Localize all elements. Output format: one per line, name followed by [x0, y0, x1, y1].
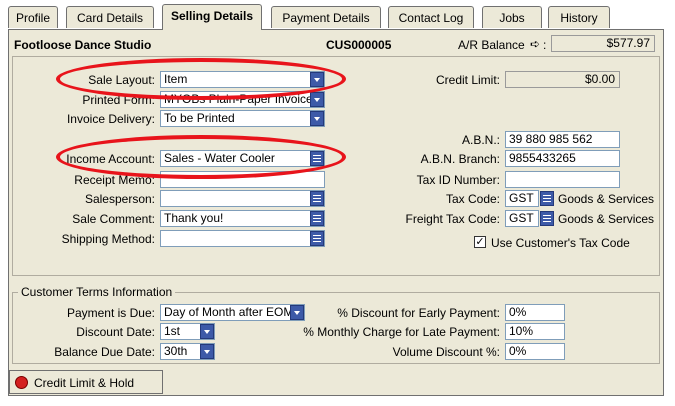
- tab-payment-details[interactable]: Payment Details: [271, 6, 381, 28]
- tab-card-details[interactable]: Card Details: [66, 6, 154, 28]
- zoom-arrow-icon[interactable]: ➪: [530, 37, 540, 51]
- tab-jobs[interactable]: Jobs: [482, 6, 542, 28]
- shipping-method-field[interactable]: [160, 230, 325, 247]
- abn-branch-field[interactable]: 9855433265: [505, 150, 620, 167]
- tab-contact-log[interactable]: Contact Log: [388, 6, 474, 28]
- income-account-field[interactable]: Sales - Water Cooler: [160, 150, 325, 167]
- use-customer-tax-checkbox[interactable]: ✓: [474, 236, 486, 248]
- colon: :: [543, 38, 547, 52]
- tab-selling-details[interactable]: Selling Details: [162, 4, 262, 30]
- tax-code-description: Goods & Services: [558, 192, 654, 206]
- sale-comment-label: Sale Comment:: [72, 212, 155, 226]
- discount-date-label: Discount Date:: [76, 325, 155, 339]
- credit-limit-field[interactable]: $0.00: [505, 71, 620, 88]
- printed-form-label: Printed Form:: [82, 93, 155, 107]
- early-payment-field[interactable]: 0%: [505, 304, 565, 321]
- customer-terms-title: Customer Terms Information: [18, 285, 176, 299]
- sale-layout-label: Sale Layout:: [88, 73, 155, 87]
- income-account-label: Income Account:: [66, 152, 155, 166]
- ar-balance-label: A/R Balance: [458, 38, 525, 52]
- tab-history[interactable]: History: [548, 6, 610, 28]
- receipt-memo-field[interactable]: [160, 171, 325, 188]
- volume-discount-field[interactable]: 0%: [505, 343, 565, 360]
- salesperson-field[interactable]: [160, 190, 325, 207]
- sale-comment-list-button[interactable]: [310, 211, 324, 226]
- credit-hold-icon: [15, 376, 28, 389]
- payment-due-label: Payment is Due:: [66, 306, 155, 320]
- use-customer-tax-label: Use Customer's Tax Code: [491, 236, 630, 250]
- late-payment-label: % Monthly Charge for Late Payment:: [303, 325, 500, 339]
- tax-code-label: Tax Code:: [445, 192, 500, 206]
- receipt-memo-label: Receipt Memo:: [74, 173, 155, 187]
- abn-field[interactable]: 39 880 985 562: [505, 131, 620, 148]
- freight-tax-code-description: Goods & Services: [558, 212, 654, 226]
- sale-comment-field[interactable]: Thank you!: [160, 210, 325, 227]
- tax-code-field[interactable]: GST: [505, 190, 539, 207]
- card-id: CUS000005: [326, 38, 392, 52]
- tax-code-list-button[interactable]: [540, 191, 554, 206]
- payment-due-field[interactable]: Day of Month after EOM: [160, 304, 305, 321]
- credit-limit-hold-button[interactable]: Credit Limit & Hold: [9, 370, 163, 394]
- printed-form-dropdown[interactable]: [310, 92, 324, 107]
- abn-branch-label: A.B.N. Branch:: [420, 152, 500, 166]
- freight-tax-code-list-button[interactable]: [540, 211, 554, 226]
- printed-form-field[interactable]: MYOBs Plain-Paper Invoice: [160, 91, 325, 108]
- ar-balance-field: $577.97: [551, 35, 655, 52]
- income-account-list-button[interactable]: [310, 151, 324, 166]
- tax-id-label: Tax ID Number:: [416, 173, 500, 187]
- tab-profile[interactable]: Profile: [8, 6, 58, 28]
- freight-tax-code-field[interactable]: GST: [505, 210, 539, 227]
- early-payment-label: % Discount for Early Payment:: [337, 306, 500, 320]
- volume-discount-label: Volume Discount %:: [392, 345, 500, 359]
- shipping-method-list-button[interactable]: [310, 231, 324, 246]
- freight-tax-code-label: Freight Tax Code:: [405, 212, 501, 226]
- discount-date-dropdown[interactable]: [200, 324, 214, 339]
- balance-due-date-dropdown[interactable]: [200, 344, 214, 359]
- invoice-delivery-label: Invoice Delivery:: [66, 112, 155, 126]
- tax-id-field[interactable]: [505, 171, 620, 188]
- sale-layout-field[interactable]: Item: [160, 71, 325, 88]
- company-name: Footloose Dance Studio: [14, 38, 152, 52]
- invoice-delivery-dropdown[interactable]: [310, 111, 324, 126]
- credit-limit-label: Credit Limit:: [435, 73, 500, 87]
- shipping-method-label: Shipping Method:: [61, 232, 155, 246]
- salesperson-label: Salesperson:: [84, 192, 155, 206]
- balance-due-date-label: Balance Due Date:: [54, 345, 155, 359]
- invoice-delivery-field[interactable]: To be Printed: [160, 110, 325, 127]
- sale-layout-dropdown[interactable]: [310, 72, 324, 87]
- salesperson-list-button[interactable]: [310, 191, 324, 206]
- late-payment-field[interactable]: 10%: [505, 323, 565, 340]
- abn-label: A.B.N.:: [461, 133, 500, 147]
- credit-hold-label: Credit Limit & Hold: [34, 376, 135, 390]
